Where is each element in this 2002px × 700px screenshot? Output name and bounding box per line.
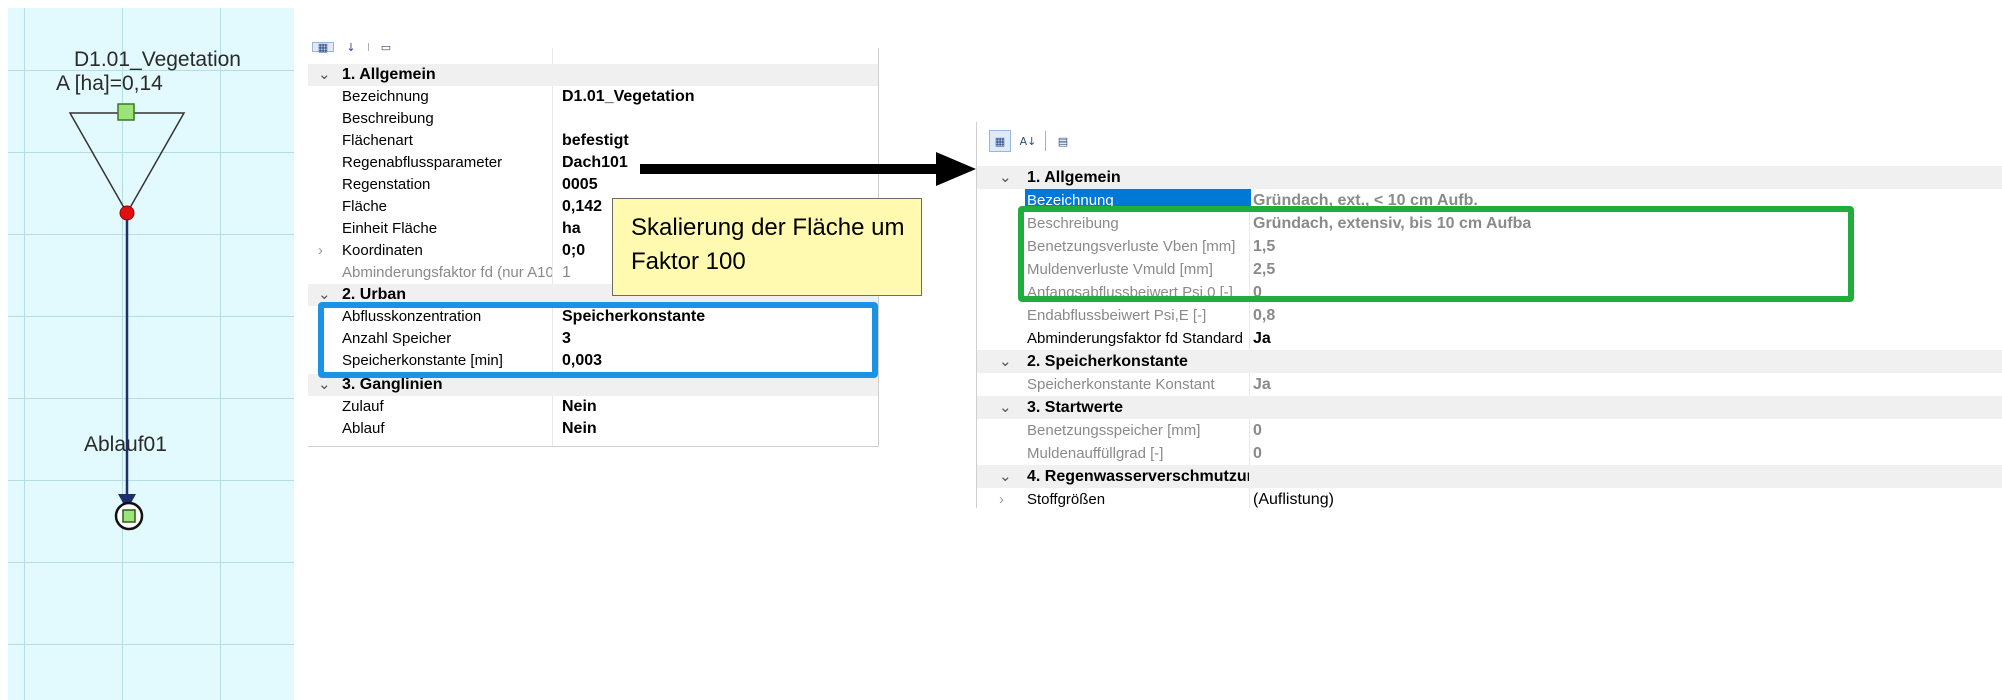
prop-label: Flächenart (342, 132, 413, 149)
prop-row[interactable]: Benetzungsspeicher [mm] 0 (977, 419, 2002, 442)
prop-label: Ablauf (342, 420, 385, 437)
arrow-icon (640, 152, 976, 186)
category-label: 4. Regenwasserverschmutzung (1027, 468, 1249, 485)
category-label: 1. Allgemein (342, 66, 436, 83)
prop-value[interactable]: 0 (1253, 419, 1262, 442)
prop-label: Stoffgrößen (1027, 491, 1106, 508)
prop-label: Endabflussbeiwert Psi,E [-] (1027, 307, 1207, 324)
node-area-label: A [ha]=0,14 (56, 72, 163, 95)
network-canvas[interactable]: D1.01_Vegetation A [ha]=0,14 Ablauf01 (8, 8, 294, 700)
callout-line-2: Faktor 100 (631, 248, 746, 275)
categorized-icon[interactable]: ▦ (989, 130, 1011, 152)
prop-row[interactable]: Endabflussbeiwert Psi,E [-] 0,8 (977, 304, 2002, 327)
category-label: 3. Startwerte (1027, 399, 1124, 416)
prop-row[interactable]: Ablauf Nein (308, 418, 878, 440)
prop-row[interactable]: Speicherkonstante Konstant Ja (977, 373, 2002, 396)
prop-label: Abminderungsfaktor fd (nur A102 (342, 264, 552, 281)
grid-toolbar: ▦ ↓ ▭ (312, 41, 397, 54)
node-name-label: D1.01_Vegetation (74, 48, 241, 71)
category-regenwasserverschmutzung[interactable]: ⌄ 4. Regenwasserverschmutzung (977, 465, 2002, 488)
prop-value[interactable]: 0;0 (562, 240, 585, 262)
category-allgemein[interactable]: ⌄ 1. Allgemein (977, 166, 2002, 189)
chevron-down-icon[interactable]: ⌄ (999, 166, 1012, 189)
property-grid-runoff-parameter[interactable]: ▦ A↓ ▤ ⌄ 1. Allgemein Bezeichnung Gründac… (976, 122, 2002, 508)
prop-label: Zulauf (342, 398, 384, 415)
property-pages-icon[interactable]: ▭ (375, 41, 397, 54)
prop-value[interactable]: Nein (562, 396, 597, 418)
outlet-center (122, 509, 136, 523)
category-speicherkonstante[interactable]: ⌄ 2. Speicherkonstante (977, 350, 2002, 373)
prop-label: Bezeichnung (342, 88, 429, 105)
prop-label: Benetzungsspeicher [mm] (1027, 422, 1201, 439)
network-drawing (68, 103, 186, 531)
prop-value[interactable]: Ja (1253, 373, 1271, 396)
prop-label: Regenabflussparameter (342, 154, 503, 171)
chevron-down-icon[interactable]: ⌄ (318, 64, 331, 86)
prop-row[interactable]: Flächenart befestigt (308, 130, 878, 152)
catchment-handle[interactable] (117, 103, 135, 121)
prop-label: Muldenauffüllgrad [-] (1027, 445, 1164, 462)
prop-row[interactable]: Abminderungsfaktor fd Standard Ja (977, 327, 2002, 350)
chevron-down-icon[interactable]: ⌄ (999, 465, 1012, 488)
prop-value[interactable]: D1.01_Vegetation (562, 86, 695, 108)
sort-az-icon[interactable]: ↓ (340, 41, 362, 54)
highlight-urban-box (318, 302, 878, 378)
categorized-icon[interactable]: ▦ (312, 41, 334, 54)
callout-line-1: Skalierung der Fläche um (631, 214, 905, 241)
connection-node[interactable] (119, 205, 135, 221)
category-allgemein[interactable]: ⌄ 1. Allgemein (308, 64, 878, 86)
prop-value[interactable]: ha (562, 218, 581, 240)
chevron-right-icon[interactable]: › (318, 240, 323, 262)
prop-label: Abminderungsfaktor fd Standard (1027, 330, 1243, 347)
callout-note: Skalierung der Fläche um Faktor 100 (612, 198, 922, 296)
prop-value[interactable]: Ja (1253, 327, 1271, 350)
prop-value[interactable]: 0,8 (1253, 304, 1275, 327)
prop-row[interactable]: Beschreibung (308, 108, 878, 130)
highlight-loss-params-box (1018, 206, 1854, 302)
prop-label: Regenstation (342, 176, 431, 193)
property-pages-icon[interactable]: ▤ (1052, 130, 1074, 152)
chevron-right-icon[interactable]: › (999, 488, 1004, 511)
category-label: 2. Speicherkonstante (1027, 353, 1188, 370)
catchment-triangle[interactable] (68, 112, 186, 215)
prop-label: Speicherkonstante Konstant (1027, 376, 1215, 393)
prop-row[interactable]: Bezeichnung D1.01_Vegetation (308, 86, 878, 108)
prop-value[interactable]: Dach101 (562, 152, 628, 174)
prop-label: Koordinaten (342, 242, 423, 259)
prop-value[interactable]: 1 (562, 262, 571, 284)
prop-label: Fläche (342, 198, 388, 215)
category-label: 1. Allgemein (1027, 169, 1121, 186)
chevron-down-icon[interactable]: ⌄ (999, 396, 1012, 419)
prop-row[interactable]: › Stoffgrößen (Auflistung) (977, 488, 2002, 511)
prop-value[interactable]: Nein (562, 418, 597, 440)
prop-label: Einheit Fläche (342, 220, 438, 237)
prop-value[interactable]: 0 (1253, 442, 1262, 465)
outlet-label: Ablauf01 (84, 433, 167, 456)
category-startwerte[interactable]: ⌄ 3. Startwerte (977, 396, 2002, 419)
toolbar-separator (368, 43, 369, 51)
toolbar-separator (1045, 131, 1046, 151)
prop-row[interactable]: Muldenauffüllgrad [-] 0 (977, 442, 2002, 465)
prop-row[interactable]: Zulauf Nein (308, 396, 878, 418)
prop-value[interactable]: befestigt (562, 130, 629, 152)
grid-toolbar: ▦ A↓ ▤ (989, 130, 1074, 152)
prop-value[interactable]: 0005 (562, 174, 598, 196)
prop-value[interactable]: (Auflistung) (1253, 488, 1334, 511)
prop-value[interactable]: 0,142 (562, 196, 602, 218)
prop-label: Beschreibung (342, 110, 434, 127)
chevron-down-icon[interactable]: ⌄ (999, 350, 1012, 373)
sort-az-icon[interactable]: A↓ (1017, 130, 1039, 152)
